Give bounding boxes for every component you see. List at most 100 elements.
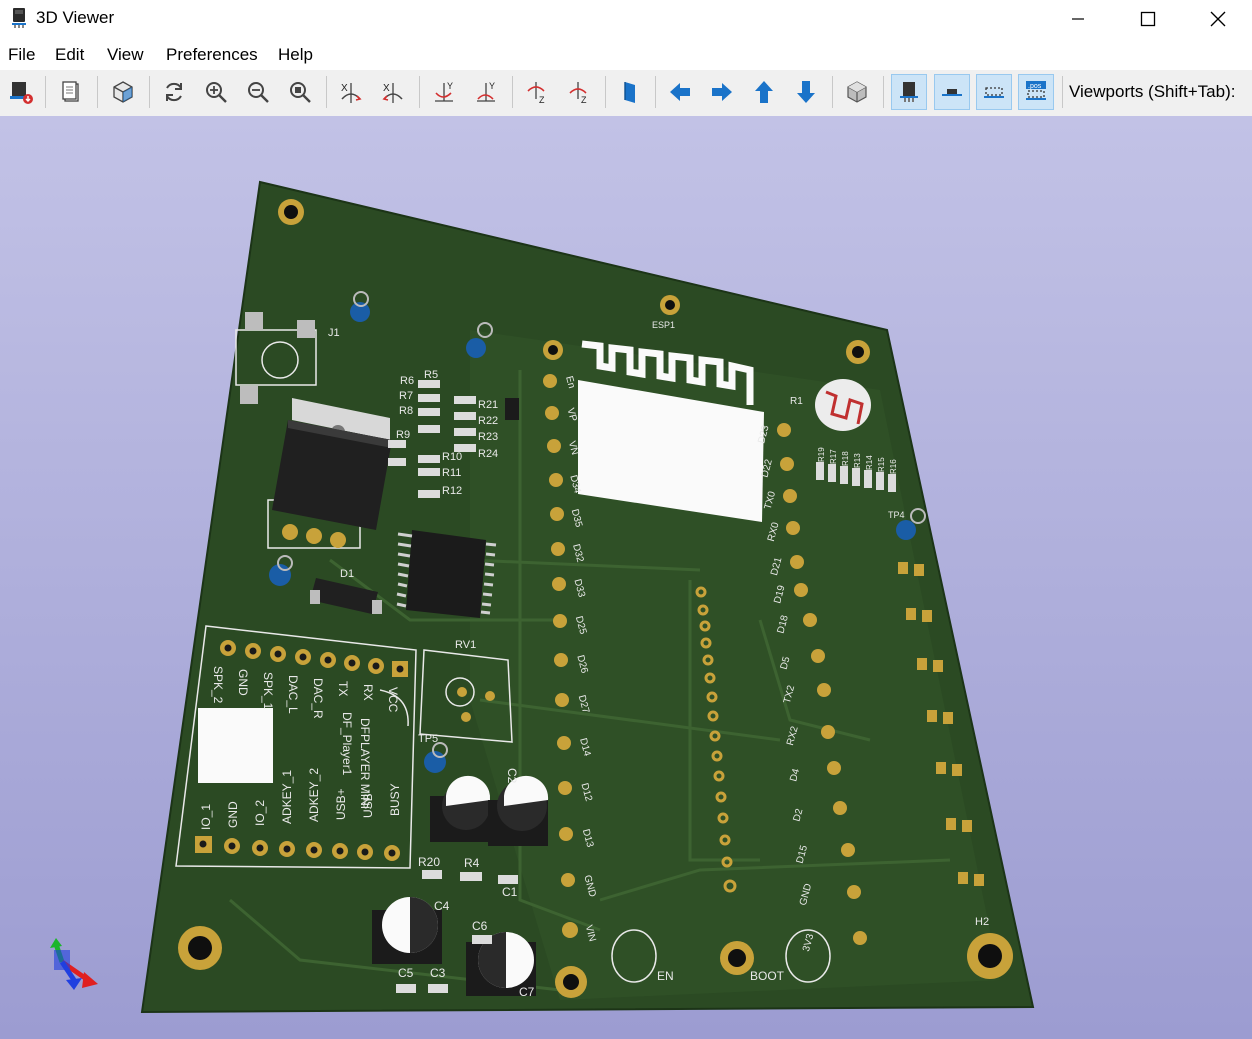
rotate-y-ccw-button[interactable]: Y — [468, 74, 504, 110]
ref-r22: R22 — [478, 415, 498, 427]
render-options-button[interactable] — [105, 74, 141, 110]
export-image-button[interactable] — [3, 74, 39, 110]
svg-text:X: X — [341, 83, 348, 94]
zoom-out-button[interactable] — [240, 74, 276, 110]
dfplayer-bottom-pin-label: IO_2 — [253, 800, 267, 826]
show-tht-models-button[interactable] — [891, 74, 927, 110]
resistor-column-label: R19 — [817, 447, 826, 462]
menu-view[interactable]: View — [107, 45, 144, 65]
ref-r12: R12 — [442, 485, 462, 497]
title-bar: 3D Viewer — [0, 0, 1252, 38]
rotate-z-cw-button[interactable]: Z — [519, 74, 555, 110]
ref-r21: R21 — [478, 399, 498, 411]
tht-component-icon — [900, 82, 918, 102]
dfplayer-top-pin-label: DAC_R — [311, 678, 325, 719]
flip-board-button[interactable] — [612, 74, 648, 110]
resistor-column-label: R15 — [877, 457, 886, 472]
minimize-button[interactable] — [1043, 0, 1113, 38]
menu-help[interactable]: Help — [278, 45, 313, 65]
ref-r8: R8 — [399, 405, 413, 417]
ref-r5: R5 — [424, 369, 438, 381]
ref-r6: R6 — [400, 375, 414, 387]
ref-r9: R9 — [396, 429, 410, 441]
resistor-column-label: R18 — [841, 451, 850, 466]
dfplayer-top-pin-label: VCC — [386, 687, 400, 713]
ref-r20: R20 — [418, 855, 440, 869]
flip-board-icon — [624, 82, 635, 103]
dfplayer-bottom-pin-label: USB+ — [334, 788, 348, 820]
move-right-button[interactable] — [704, 74, 740, 110]
3d-canvas[interactable]: J1 D1 R5 R6 R7 R8 R9 R10 R11 R12 R21 R22… — [0, 116, 1252, 1039]
zoom-fit-icon — [290, 82, 311, 103]
rotate-z-ccw-button[interactable]: Z — [561, 74, 597, 110]
dfplayer-top-pin-label: GND — [236, 669, 250, 696]
rotate-z-ccw-icon: Z — [569, 82, 587, 105]
rotate-x-ccw-icon: X — [382, 83, 403, 103]
zoom-fit-button[interactable] — [282, 74, 318, 110]
show-not-in-pos-models-button[interactable]: .pos — [1018, 74, 1054, 110]
ref-c1: C1 — [502, 885, 518, 899]
rotate-x-cw-button[interactable]: X — [333, 74, 369, 110]
dfplayer-ref: DF_Player1 — [340, 712, 354, 776]
zoom-in-button[interactable] — [198, 74, 234, 110]
resistor-column-label: R13 — [853, 453, 862, 468]
ref-r23: R23 — [478, 431, 498, 443]
ref-d1: D1 — [340, 568, 354, 580]
rotate-y-cw-icon: Y — [435, 81, 453, 102]
minimize-icon — [1072, 18, 1084, 20]
zoom-out-icon — [248, 82, 269, 103]
pos-file-icon: .pos — [1026, 81, 1046, 100]
menu-file[interactable]: File — [8, 45, 35, 65]
smd-component-icon — [942, 89, 962, 96]
close-button[interactable] — [1183, 0, 1252, 38]
maximize-icon — [1140, 11, 1156, 27]
arrow-left-icon — [670, 83, 690, 101]
show-virtual-models-button[interactable] — [976, 74, 1012, 110]
rotate-y-ccw-icon: Y — [477, 81, 495, 102]
ref-r1: R1 — [790, 396, 803, 407]
copy-to-clipboard-button[interactable] — [53, 74, 89, 110]
menu-preferences[interactable]: Preferences — [166, 45, 258, 65]
ref-r11: R11 — [442, 467, 461, 479]
dfplayer-bottom-pin-label: ADKEY_1 — [280, 770, 294, 824]
ref-h2: H2 — [975, 916, 989, 928]
dfplayer-bottom-pin-label: BUSY — [388, 783, 402, 816]
dfplayer-bottom-pin-label: IO_1 — [199, 804, 213, 830]
pcb-3d-render[interactable]: J1 D1 R5 R6 R7 R8 R9 R10 R11 R12 R21 R22… — [0, 116, 1252, 1039]
export-image-icon — [10, 82, 33, 104]
menu-bar: File Edit View Preferences Help — [0, 38, 1252, 70]
show-smd-models-button[interactable] — [934, 74, 970, 110]
svg-text:Z: Z — [581, 95, 587, 105]
app-icon — [12, 8, 26, 28]
menu-edit[interactable]: Edit — [55, 45, 84, 65]
svg-text:Y: Y — [447, 81, 453, 91]
rotate-z-cw-icon: Z — [527, 82, 545, 105]
ref-en: EN — [657, 969, 674, 983]
copy-icon — [62, 81, 79, 102]
ref-rv1: RV1 — [455, 639, 476, 651]
ref-r7: R7 — [399, 390, 413, 402]
rotate-x-ccw-button[interactable]: X — [375, 74, 411, 110]
dfplayer-top-pin-label: RX — [361, 684, 375, 701]
svg-text:.pos: .pos — [1028, 83, 1042, 90]
toolbar: X X Y Y Z Z .pos Viewports (Shift+Tab): — [0, 70, 1252, 117]
ref-c4: C4 — [434, 899, 450, 913]
ref-c7: C7 — [519, 985, 535, 999]
ref-r10: R10 — [442, 451, 462, 463]
move-up-button[interactable] — [746, 74, 782, 110]
rotate-y-cw-button[interactable]: Y — [426, 74, 462, 110]
toggle-orthographic-button[interactable] — [839, 74, 875, 110]
dfplayer-top-pin-label: SPK_1 — [261, 672, 275, 710]
dfplayer-top-pin-label: TX — [336, 681, 350, 696]
move-down-button[interactable] — [788, 74, 824, 110]
reload-board-button[interactable] — [156, 74, 192, 110]
maximize-button[interactable] — [1113, 0, 1183, 38]
dfplayer-bottom-pin-label: ADKEY_2 — [307, 768, 321, 822]
zoom-in-icon — [206, 82, 227, 103]
refresh-icon — [166, 82, 182, 102]
dfplayer-top-pin-label: DAC_L — [286, 675, 300, 714]
move-left-button[interactable] — [662, 74, 698, 110]
resistor-column-label: R14 — [865, 455, 874, 470]
resistor-column-label: R16 — [889, 459, 898, 474]
dfplayer-top-pin-label: SPK_2 — [211, 666, 225, 704]
